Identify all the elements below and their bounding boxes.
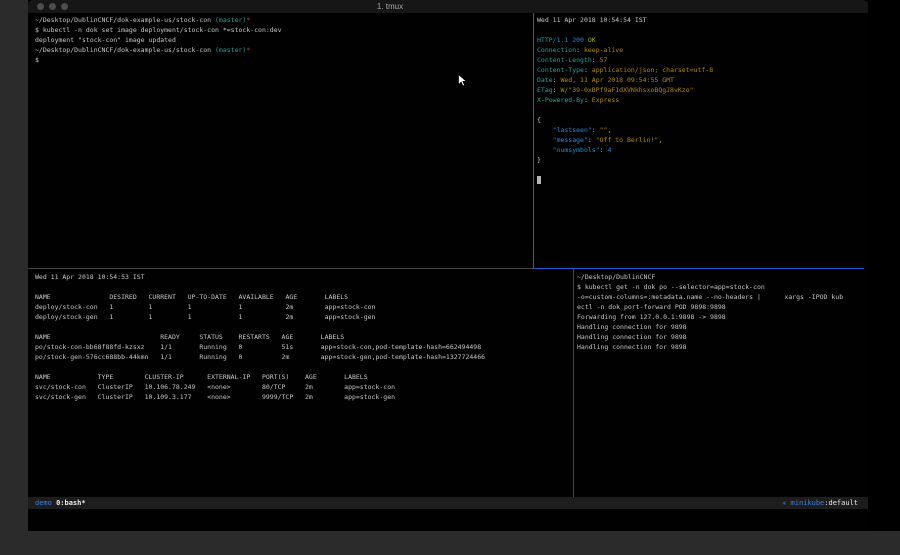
pane-divider-vertical-top[interactable] xyxy=(533,13,534,268)
terminal-line: Wed 11 Apr 2018 10:54:54 IST xyxy=(537,15,862,25)
window-title: 1. tmux xyxy=(377,0,403,13)
terminal-line: -o=custom-columns=:metadata.name --no-he… xyxy=(577,292,864,302)
terminal-line: ~/Desktop/DublinCNCF/dok-example-us/stoc… xyxy=(35,15,525,25)
terminal-line: Date: Wed, 11 Apr 2018 09:54:55 GMT xyxy=(537,75,862,85)
terminal-window: 1. tmux ~/Desktop/DublinCNCF/dok-example… xyxy=(28,0,868,531)
tmux-pane-bottom-right[interactable]: ~/Desktop/DublinCNCF$ kubectl get -n dok… xyxy=(577,272,864,494)
terminal-line: ectl -n dok port-forward POD 9898:9898 xyxy=(577,302,864,312)
terminal-line: deploy/stock-gen 1 1 1 1 2m app=stock-ge… xyxy=(35,312,565,322)
terminal-line: Handling connection for 9898 xyxy=(577,342,864,352)
tmux-status-bar: demo 0:bash* ✳ minikube:default xyxy=(28,497,868,509)
terminal-line: svc/stock-con ClusterIP 10.106.78.249 <n… xyxy=(35,382,565,392)
terminal-line xyxy=(35,362,565,372)
tmux-pane-top-left[interactable]: ~/Desktop/DublinCNCF/dok-example-us/stoc… xyxy=(35,15,525,255)
terminal-line: { xyxy=(537,115,862,125)
terminal-line: demo 0:bash* xyxy=(35,497,86,509)
terminal-line: ~/Desktop/DublinCNCF/dok-example-us/stoc… xyxy=(35,45,525,55)
terminal-line: Wed 11 Apr 2018 10:54:53 IST xyxy=(35,272,565,282)
terminal-line: NAME READY STATUS RESTARTS AGE LABELS xyxy=(35,332,565,342)
pane-divider-horizontal-right[interactable] xyxy=(533,268,864,269)
minimize-button[interactable] xyxy=(49,3,56,10)
terminal-line xyxy=(537,105,862,115)
tmux-pane-top-right[interactable]: Wed 11 Apr 2018 10:54:54 IST HTTP/1.1 200… xyxy=(537,15,862,255)
terminal-line: $ kubectl -n dok set image deployment/st… xyxy=(35,25,525,35)
pane-divider-horizontal-left[interactable] xyxy=(28,268,533,269)
terminal-line: $ kubectl get -n dok po --selector=app=s… xyxy=(577,282,864,292)
terminal-line: Content-Type: application/json; charset=… xyxy=(537,65,862,75)
terminal-line xyxy=(35,282,565,292)
terminal-line: "numsymbols": 4 xyxy=(537,145,862,155)
terminal-line: ~/Desktop/DublinCNCF xyxy=(577,272,864,282)
terminal-line: po/stock-gen-576cc688bb-44kmn 1/1 Runnin… xyxy=(35,352,565,362)
terminal-line: X-Powered-By: Express xyxy=(537,95,862,105)
terminal-line xyxy=(537,175,862,185)
window-titlebar[interactable]: 1. tmux xyxy=(28,0,868,13)
terminal-line: deploy/stock-con 1 1 1 1 2m app=stock-co… xyxy=(35,302,565,312)
close-button[interactable] xyxy=(37,3,44,10)
terminal-line: Content-Length: 57 xyxy=(537,55,862,65)
kube-context-indicator: ✳ minikube:default xyxy=(782,497,858,509)
terminal-line xyxy=(35,322,565,332)
tmux-pane-bottom-left[interactable]: Wed 11 Apr 2018 10:54:53 IST NAME DESIRED… xyxy=(35,272,565,494)
terminal-line: HTTP/1.1 200 OK xyxy=(537,35,862,45)
terminal-line: "message": "Off to Berlin!", xyxy=(537,135,862,145)
desktop-background-bottom xyxy=(0,531,900,555)
traffic-lights xyxy=(37,3,68,10)
terminal-line: Connection: keep-alive xyxy=(537,45,862,55)
terminal-line: Forwarding from 127.0.0.1:9898 -> 9898 xyxy=(577,312,864,322)
terminal-line xyxy=(537,25,862,35)
terminal-line: NAME TYPE CLUSTER-IP EXTERNAL-IP PORT(S)… xyxy=(35,372,565,382)
zoom-button[interactable] xyxy=(61,3,68,10)
terminal-line: } xyxy=(537,155,862,165)
terminal-line: $ xyxy=(35,55,525,65)
terminal-line: svc/stock-gen ClusterIP 10.109.3.177 <no… xyxy=(35,392,565,402)
terminal-line xyxy=(537,165,862,175)
terminal-line: deployment "stock-con" image updated xyxy=(35,35,525,45)
screen: { "window": { "title": "1. tmux" }, "col… xyxy=(0,0,900,555)
terminal-line: ✳ minikube:default xyxy=(782,497,858,509)
terminal-line: "lastseen": "", xyxy=(537,125,862,135)
pane-divider-vertical-bottom[interactable] xyxy=(573,269,574,497)
tmux-session-and-window[interactable]: demo 0:bash* xyxy=(35,497,86,509)
terminal-line: Handling connection for 9898 xyxy=(577,332,864,342)
desktop-background-left xyxy=(0,0,28,531)
terminal-line: ETag: W/"39-0xBPf9aF1dXVNkhsxoBQgJ8vKzo" xyxy=(537,85,862,95)
terminal-line: po/stock-con-bb68f88fd-kzsxz 1/1 Running… xyxy=(35,342,565,352)
terminal-line: Handling connection for 9898 xyxy=(577,322,864,332)
terminal-line: NAME DESIRED CURRENT UP-TO-DATE AVAILABL… xyxy=(35,292,565,302)
mouse-pointer-icon xyxy=(458,74,467,87)
